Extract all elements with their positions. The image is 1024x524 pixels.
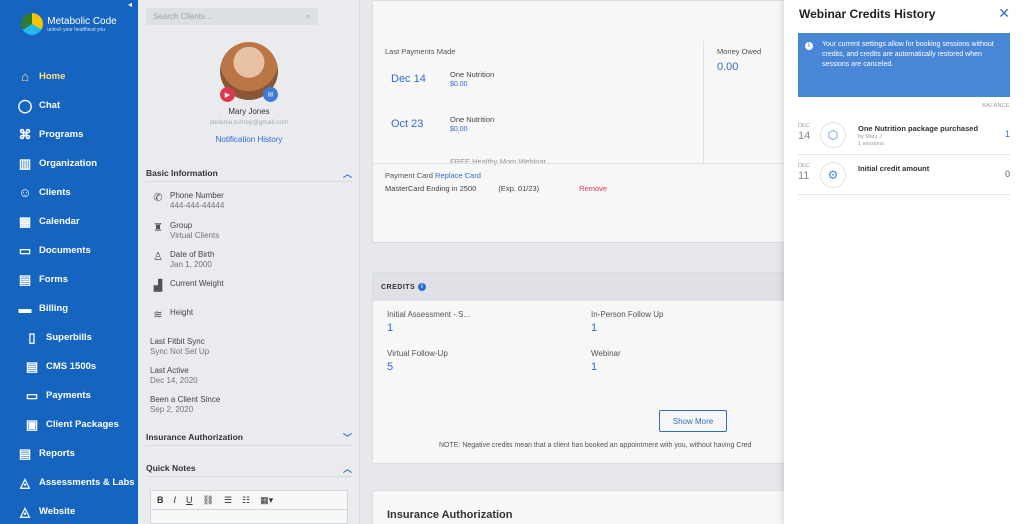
logo-mark-icon bbox=[21, 13, 44, 35]
settings-info-banner: i Your current settings allow for bookin… bbox=[798, 33, 1010, 97]
close-icon[interactable]: ✕ bbox=[998, 5, 1010, 22]
sidebar-item-label: Assessments & Labs bbox=[39, 477, 135, 488]
sidebar-nav: ⌂ Home ◯ Chat ⌘ Programs ▥ Organization ☺ Clients… bbox=[0, 62, 138, 524]
webinar-credits-history-panel: Webinar Credits History ✕ i Your current… bbox=[784, 0, 1024, 524]
settings-icon: ⚙ bbox=[820, 162, 846, 188]
clients-icon: ☺ bbox=[18, 185, 32, 200]
sidebar-item-calendar[interactable]: ▦ Calendar bbox=[0, 207, 138, 236]
sidebar-item-assessments-labs[interactable]: ◬ Assessments & Labs bbox=[0, 468, 138, 497]
credit-history-row: DEC 14 ⬡ One Nutrition package purchased by … bbox=[798, 117, 1010, 155]
sidebar-item-cms-1500s[interactable]: ▤ CMS 1500s bbox=[0, 352, 138, 381]
payments-icon: ▭ bbox=[25, 387, 39, 403]
sidebar-item-superbills[interactable]: ▯ Superbills bbox=[0, 323, 138, 352]
home-icon: ⌂ bbox=[21, 69, 29, 84]
logo-name: Metabolic Code bbox=[47, 15, 117, 27]
history-sessions: 1 sessions bbox=[858, 141, 884, 147]
sidebar-item-label: Home bbox=[39, 71, 66, 82]
sidebar-item-website[interactable]: ◬ Website bbox=[0, 497, 138, 524]
sidebar-item-clients[interactable]: ☺ Clients bbox=[0, 178, 138, 207]
sidebar-item-label: Superbills bbox=[46, 332, 92, 343]
logo-tagline: unlock your healthiest you bbox=[47, 26, 106, 33]
package-icon: ⬡ bbox=[820, 122, 846, 148]
forms-icon: ▤ bbox=[18, 271, 32, 287]
sidebar-item-billing[interactable]: ▬ Billing bbox=[0, 294, 138, 323]
overlay-backdrop[interactable] bbox=[138, 0, 784, 524]
reports-icon: ▤ bbox=[18, 445, 32, 461]
sidebar-item-label: Forms bbox=[39, 274, 69, 285]
history-title: Initial credit amount bbox=[858, 164, 930, 173]
sidebar-item-label: Reports bbox=[39, 448, 75, 459]
panel-title: Webinar Credits History bbox=[799, 7, 936, 21]
history-month: DEC bbox=[798, 163, 810, 169]
documents-icon: ▭ bbox=[18, 242, 32, 258]
packages-icon: ▣ bbox=[25, 416, 39, 432]
info-icon: i bbox=[805, 42, 813, 50]
history-title: One Nutrition package purchased bbox=[858, 124, 979, 133]
assessments-icon: ◬ bbox=[20, 474, 30, 490]
sidebar-item-forms[interactable]: ▤ Forms bbox=[0, 265, 138, 294]
balance-column-label: BALANCE bbox=[982, 103, 1010, 109]
sidebar-item-chat[interactable]: ◯ Chat bbox=[0, 91, 138, 120]
sidebar-item-label: Billing bbox=[39, 303, 69, 314]
history-day: 11 bbox=[798, 170, 810, 182]
sidebar-item-label: Calendar bbox=[39, 216, 80, 227]
sidebar-item-organization[interactable]: ▥ Organization bbox=[0, 149, 138, 178]
sidebar-item-documents[interactable]: ▭ Documents bbox=[0, 236, 138, 265]
chat-icon: ◯ bbox=[17, 97, 33, 113]
app-logo[interactable]: Metabolic Code unlock your healthiest yo… bbox=[0, 0, 138, 48]
sidebar-item-reports[interactable]: ▤ Reports bbox=[0, 439, 138, 468]
sidebar-item-label: Website bbox=[39, 506, 76, 517]
history-month: DEC bbox=[798, 123, 810, 129]
sidebar-item-label: Programs bbox=[39, 129, 84, 140]
organization-icon: ▥ bbox=[18, 155, 32, 171]
sidebar: ◂ Metabolic Code unlock your healthiest … bbox=[0, 0, 138, 524]
history-balance: 0 bbox=[1004, 169, 1010, 179]
collapse-sidebar-icon[interactable]: ◂ bbox=[128, 0, 132, 9]
sidebar-item-home[interactable]: ⌂ Home bbox=[0, 62, 138, 91]
history-balance: 1 bbox=[1004, 129, 1010, 139]
history-author: by Mary J bbox=[858, 134, 882, 140]
sidebar-item-label: CMS 1500s bbox=[46, 361, 97, 372]
sidebar-item-label: Organization bbox=[39, 158, 98, 169]
sidebar-item-label: Payments bbox=[46, 390, 91, 401]
billing-icon: ▬ bbox=[18, 301, 32, 316]
sidebar-item-label: Client Packages bbox=[46, 419, 119, 430]
sidebar-item-client-packages[interactable]: ▣ Client Packages bbox=[0, 410, 138, 439]
sidebar-item-label: Chat bbox=[39, 100, 61, 111]
cms-icon: ▤ bbox=[25, 358, 39, 374]
banner-text: Your current settings allow for booking … bbox=[822, 41, 994, 68]
sidebar-item-programs[interactable]: ⌘ Programs bbox=[0, 120, 138, 149]
website-icon: ◬ bbox=[20, 503, 30, 519]
sidebar-item-payments[interactable]: ▭ Payments bbox=[0, 381, 138, 410]
sidebar-item-label: Clients bbox=[39, 187, 71, 198]
superbills-icon: ▯ bbox=[28, 329, 36, 345]
programs-icon: ⌘ bbox=[18, 126, 32, 142]
credit-history-row: DEC 11 ⚙ Initial credit amount 0 bbox=[798, 157, 1010, 195]
sidebar-item-label: Documents bbox=[39, 245, 91, 256]
history-day: 14 bbox=[798, 130, 811, 142]
calendar-icon: ▦ bbox=[18, 213, 32, 229]
